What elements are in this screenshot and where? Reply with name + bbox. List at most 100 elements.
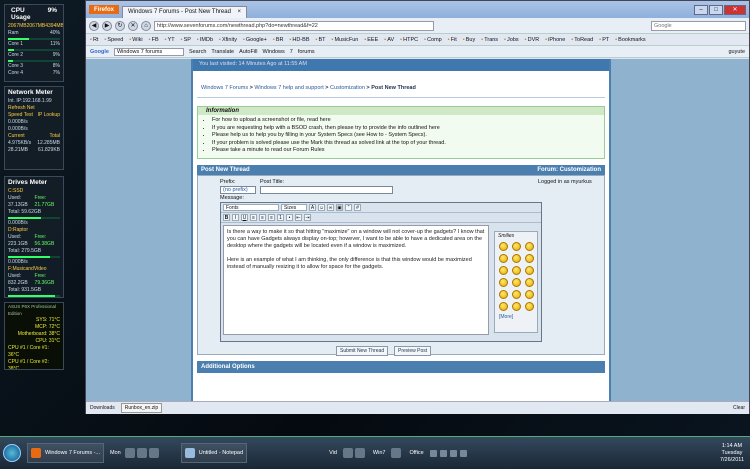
app-icon[interactable] — [136, 448, 147, 458]
smilie-icon[interactable] — [499, 301, 508, 311]
smilie-icon[interactable] — [499, 265, 508, 275]
stop-button[interactable]: ✕ — [128, 20, 138, 31]
bookmark-item[interactable]: Trans — [481, 37, 498, 43]
crumb-subforum[interactable]: Customization — [330, 85, 365, 91]
bookmark-item[interactable]: DVR — [525, 37, 540, 43]
bookmark-item[interactable]: Bookmarks — [615, 37, 646, 43]
bookmark-item[interactable]: PT — [599, 37, 609, 43]
app-icon[interactable] — [148, 448, 159, 458]
bookmark-item[interactable]: BT — [316, 37, 325, 43]
crumb-section[interactable]: Windows 7 help and support — [254, 85, 323, 91]
app-icon[interactable] — [391, 448, 402, 458]
taskbar-label-vid[interactable]: Vid — [329, 450, 337, 456]
smilie-icon[interactable] — [512, 277, 521, 287]
smilie-icon[interactable] — [512, 301, 521, 311]
prefix-select[interactable]: (no prefix) — [220, 185, 256, 194]
taskbar-notepad[interactable]: Untitled - Notepad — [180, 443, 248, 463]
bookmark-item[interactable]: HD-BB — [289, 37, 309, 43]
tray-icon[interactable] — [449, 449, 457, 457]
back-button[interactable]: ◀ — [89, 20, 99, 31]
smilie-icon[interactable]: ☺ — [318, 203, 325, 211]
bookmark-item[interactable]: EEE — [364, 37, 378, 43]
smilie-icon[interactable] — [525, 265, 534, 275]
ordered-list-icon[interactable]: 1 — [277, 213, 284, 221]
ip-lookup-link[interactable]: IP Lookup — [38, 112, 60, 119]
tab-active[interactable]: Windows 7 Forums - Post New Thread × — [122, 6, 248, 18]
bookmark-item[interactable]: Wiki — [129, 37, 142, 43]
smilie-icon[interactable] — [525, 241, 534, 251]
code-icon[interactable]: # — [354, 203, 361, 211]
bookmark-item[interactable]: Rt — [90, 37, 99, 43]
bullet-list-icon[interactable]: • — [286, 213, 293, 221]
app-icon[interactable] — [342, 448, 353, 458]
toolbar-term-7[interactable]: 7 — [290, 49, 293, 55]
bookmark-item[interactable]: AV — [384, 37, 394, 43]
indent-icon[interactable]: ⇥ — [304, 213, 311, 221]
toolbar-search-input[interactable]: Windows 7 forums — [113, 47, 184, 56]
align-left-icon[interactable]: ≡ — [250, 213, 257, 221]
taskbar-label-mon[interactable]: Mon — [110, 450, 121, 456]
url-bar[interactable]: http://www.sevenforums.com/newthread.php… — [154, 20, 434, 31]
taskbar-label-office[interactable]: Office — [409, 450, 423, 456]
bookmark-item[interactable]: SP — [181, 37, 191, 43]
home-button[interactable]: ⌂ — [141, 20, 151, 31]
bookmark-item[interactable]: Xfinity — [219, 37, 237, 43]
preview-post-button[interactable]: Preview Post — [394, 345, 432, 356]
smilie-icon[interactable] — [499, 241, 508, 251]
bookmark-item[interactable]: ToRead — [571, 37, 593, 43]
message-textarea[interactable]: Is there a way to make it so that hittin… — [223, 224, 489, 335]
smilies-more-link[interactable]: [More] — [495, 313, 537, 321]
toolbar-search-button[interactable]: Search — [189, 49, 206, 55]
forward-button[interactable]: ▶ — [102, 20, 112, 31]
taskbar-browser[interactable]: Windows 7 Forums -... — [27, 443, 105, 463]
smilie-icon[interactable] — [499, 253, 508, 263]
bookmark-item[interactable]: Buy — [463, 37, 475, 43]
bookmark-item[interactable]: BR — [273, 37, 284, 43]
bookmark-item[interactable]: Google+ — [243, 37, 267, 43]
align-center-icon[interactable]: ≡ — [259, 213, 266, 221]
font-dropdown[interactable]: Fonts — [223, 203, 279, 211]
user-account[interactable]: guyute — [728, 49, 745, 55]
link-icon[interactable]: ∞ — [327, 203, 334, 211]
smilie-icon[interactable] — [499, 277, 508, 287]
tab-close-icon[interactable]: × — [238, 9, 242, 16]
clock[interactable]: 1:14 AM Tuesday 7/26/2011 — [720, 443, 750, 464]
bookmark-item[interactable]: iPhone — [545, 37, 565, 43]
firefox-menu-button[interactable]: Firefox — [89, 5, 120, 14]
bold-button[interactable]: B — [223, 213, 230, 221]
tray-icon[interactable] — [429, 449, 437, 457]
download-item[interactable]: Runbox_en.zip — [120, 403, 163, 413]
submit-thread-button[interactable]: Submit New Thread — [336, 345, 389, 356]
bookmark-item[interactable]: FB — [149, 37, 159, 43]
clear-button[interactable]: Clear — [733, 405, 745, 411]
image-icon[interactable]: ▣ — [336, 203, 343, 211]
start-button[interactable] — [3, 444, 21, 462]
close-button[interactable]: ✕ — [724, 4, 746, 15]
outdent-icon[interactable]: ⇤ — [295, 213, 302, 221]
toolbar-term-forums[interactable]: forums — [298, 49, 315, 55]
bookmark-item[interactable]: Jobs — [504, 37, 519, 43]
taskbar-label-win7[interactable]: Win7 — [373, 450, 386, 456]
toolbar-term-windows[interactable]: Windows — [262, 49, 284, 55]
crumb-home[interactable]: Windows 7 Forums — [201, 85, 248, 91]
smilie-icon[interactable] — [525, 301, 534, 311]
smilie-icon[interactable] — [525, 253, 534, 263]
bookmark-item[interactable]: IMDb — [197, 37, 213, 43]
speed-test-link[interactable]: Speed Test — [8, 112, 33, 119]
tray-icon[interactable] — [439, 449, 447, 457]
smilie-icon[interactable] — [525, 277, 534, 287]
autofill-button[interactable]: AutoFill — [239, 49, 257, 55]
quote-icon[interactable]: " — [345, 203, 352, 211]
bookmark-item[interactable]: YT — [165, 37, 175, 43]
align-right-icon[interactable]: ≡ — [268, 213, 275, 221]
minimize-button[interactable]: – — [694, 4, 708, 15]
search-box[interactable]: Google — [651, 20, 746, 31]
smilie-icon[interactable] — [499, 289, 508, 299]
volume-icon[interactable] — [459, 449, 467, 457]
smilie-icon[interactable] — [512, 253, 521, 263]
reload-button[interactable]: ↻ — [115, 20, 125, 31]
italic-button[interactable]: I — [232, 213, 239, 221]
text-color-button[interactable]: A — [309, 203, 316, 211]
smilie-icon[interactable] — [512, 265, 521, 275]
app-icon[interactable] — [354, 448, 365, 458]
